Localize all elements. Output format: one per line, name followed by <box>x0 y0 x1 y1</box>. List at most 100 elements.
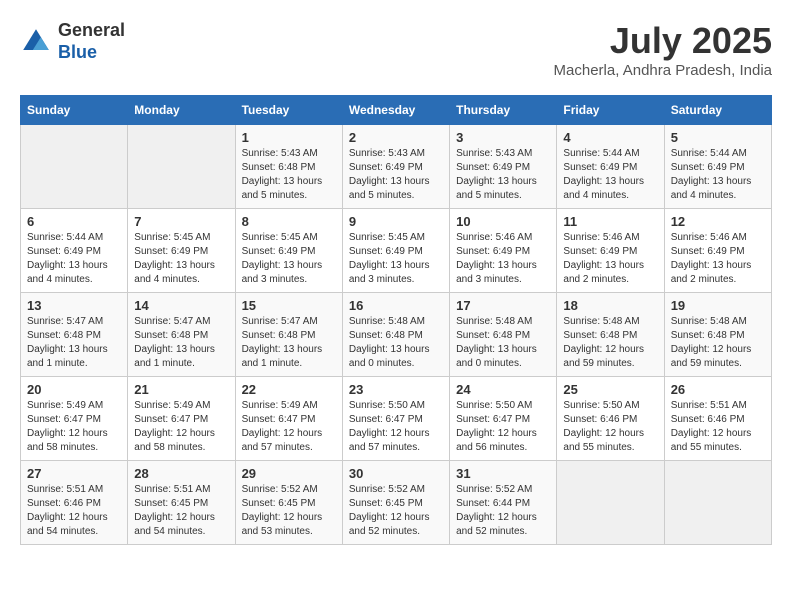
day-number: 11 <box>563 214 657 229</box>
day-info: Sunrise: 5:45 AM Sunset: 6:49 PM Dayligh… <box>242 231 336 287</box>
calendar-cell: 23 Sunrise: 5:50 AM Sunset: 6:47 PM Dayli… <box>342 377 449 461</box>
day-number: 16 <box>349 298 443 313</box>
calendar-cell: 10 Sunrise: 5:46 AM Sunset: 6:49 PM Dayli… <box>450 209 557 293</box>
calendar-cell: 12 Sunrise: 5:46 AM Sunset: 6:49 PM Dayli… <box>664 209 771 293</box>
day-number: 30 <box>349 466 443 481</box>
day-info: Sunrise: 5:43 AM Sunset: 6:49 PM Dayligh… <box>349 147 443 203</box>
day-info: Sunrise: 5:46 AM Sunset: 6:49 PM Dayligh… <box>671 231 765 287</box>
day-info: Sunrise: 5:49 AM Sunset: 6:47 PM Dayligh… <box>134 399 228 455</box>
day-info: Sunrise: 5:43 AM Sunset: 6:48 PM Dayligh… <box>242 147 336 203</box>
day-info: Sunrise: 5:45 AM Sunset: 6:49 PM Dayligh… <box>349 231 443 287</box>
day-info: Sunrise: 5:47 AM Sunset: 6:48 PM Dayligh… <box>242 315 336 371</box>
day-number: 14 <box>134 298 228 313</box>
weekday-header: Monday <box>128 96 235 125</box>
calendar-cell: 6Sunrise: 5:44 AM Sunset: 6:49 PM Daylig… <box>21 209 128 293</box>
calendar-cell: 16 Sunrise: 5:48 AM Sunset: 6:48 PM Dayli… <box>342 293 449 377</box>
month-year: July 2025 <box>554 20 772 62</box>
calendar-cell: 25Sunrise: 5:50 AM Sunset: 6:46 PM Dayli… <box>557 377 664 461</box>
day-number: 7 <box>134 214 228 229</box>
day-info: Sunrise: 5:48 AM Sunset: 6:48 PM Dayligh… <box>349 315 443 371</box>
day-info: Sunrise: 5:45 AM Sunset: 6:49 PM Dayligh… <box>134 231 228 287</box>
calendar-cell: 21Sunrise: 5:49 AM Sunset: 6:47 PM Dayli… <box>128 377 235 461</box>
calendar-week-row: 6Sunrise: 5:44 AM Sunset: 6:49 PM Daylig… <box>21 209 772 293</box>
weekday-header: Saturday <box>664 96 771 125</box>
weekday-header-row: SundayMondayTuesdayWednesdayThursdayFrid… <box>21 96 772 125</box>
calendar-cell: 4 Sunrise: 5:44 AM Sunset: 6:49 PM Daylig… <box>557 125 664 209</box>
day-number: 17 <box>456 298 550 313</box>
calendar-cell: 29 Sunrise: 5:52 AM Sunset: 6:45 PM Dayli… <box>235 461 342 545</box>
day-number: 29 <box>242 466 336 481</box>
calendar-cell: 18 Sunrise: 5:48 AM Sunset: 6:48 PM Dayli… <box>557 293 664 377</box>
weekday-header: Wednesday <box>342 96 449 125</box>
calendar-cell: 1 Sunrise: 5:43 AM Sunset: 6:48 PM Daylig… <box>235 125 342 209</box>
calendar-cell: 5 Sunrise: 5:44 AM Sunset: 6:49 PM Daylig… <box>664 125 771 209</box>
weekday-header: Thursday <box>450 96 557 125</box>
calendar-cell <box>128 125 235 209</box>
day-number: 12 <box>671 214 765 229</box>
day-number: 19 <box>671 298 765 313</box>
calendar-cell: 22Sunrise: 5:49 AM Sunset: 6:47 PM Dayli… <box>235 377 342 461</box>
logo: General Blue <box>20 20 125 63</box>
day-number: 31 <box>456 466 550 481</box>
calendar-cell <box>557 461 664 545</box>
calendar-week-row: 20 Sunrise: 5:49 AM Sunset: 6:47 PM Dayli… <box>21 377 772 461</box>
day-number: 1 <box>242 130 336 145</box>
day-info: Sunrise: 5:46 AM Sunset: 6:49 PM Dayligh… <box>563 231 657 287</box>
calendar-cell: 26 Sunrise: 5:51 AM Sunset: 6:46 PM Dayli… <box>664 377 771 461</box>
day-info: Sunrise: 5:49 AM Sunset: 6:47 PM Dayligh… <box>27 399 121 455</box>
day-number: 20 <box>27 382 121 397</box>
day-number: 18 <box>563 298 657 313</box>
calendar-cell: 9Sunrise: 5:45 AM Sunset: 6:49 PM Daylig… <box>342 209 449 293</box>
location: Macherla, Andhra Pradesh, India <box>554 62 772 79</box>
day-number: 26 <box>671 382 765 397</box>
day-number: 15 <box>242 298 336 313</box>
day-info: Sunrise: 5:47 AM Sunset: 6:48 PM Dayligh… <box>27 315 121 371</box>
day-info: Sunrise: 5:52 AM Sunset: 6:45 PM Dayligh… <box>242 483 336 539</box>
calendar-cell: 27Sunrise: 5:51 AM Sunset: 6:46 PM Dayli… <box>21 461 128 545</box>
calendar-cell: 31 Sunrise: 5:52 AM Sunset: 6:44 PM Dayli… <box>450 461 557 545</box>
calendar-cell <box>664 461 771 545</box>
day-number: 3 <box>456 130 550 145</box>
page-header: General Blue July 2025 Macherla, Andhra … <box>20 20 772 79</box>
day-number: 5 <box>671 130 765 145</box>
day-info: Sunrise: 5:48 AM Sunset: 6:48 PM Dayligh… <box>563 315 657 371</box>
logo-text: General Blue <box>58 20 125 63</box>
calendar-cell: 28Sunrise: 5:51 AM Sunset: 6:45 PM Dayli… <box>128 461 235 545</box>
day-info: Sunrise: 5:51 AM Sunset: 6:46 PM Dayligh… <box>671 399 765 455</box>
calendar-cell: 14Sunrise: 5:47 AM Sunset: 6:48 PM Dayli… <box>128 293 235 377</box>
calendar-cell: 2Sunrise: 5:43 AM Sunset: 6:49 PM Daylig… <box>342 125 449 209</box>
day-number: 13 <box>27 298 121 313</box>
calendar-week-row: 13 Sunrise: 5:47 AM Sunset: 6:48 PM Dayli… <box>21 293 772 377</box>
day-info: Sunrise: 5:51 AM Sunset: 6:46 PM Dayligh… <box>27 483 121 539</box>
weekday-header: Sunday <box>21 96 128 125</box>
day-info: Sunrise: 5:44 AM Sunset: 6:49 PM Dayligh… <box>671 147 765 203</box>
day-number: 24 <box>456 382 550 397</box>
calendar-week-row: 27Sunrise: 5:51 AM Sunset: 6:46 PM Dayli… <box>21 461 772 545</box>
day-number: 23 <box>349 382 443 397</box>
day-number: 22 <box>242 382 336 397</box>
day-info: Sunrise: 5:50 AM Sunset: 6:47 PM Dayligh… <box>456 399 550 455</box>
calendar-table: SundayMondayTuesdayWednesdayThursdayFrid… <box>20 95 772 545</box>
calendar-cell: 11 Sunrise: 5:46 AM Sunset: 6:49 PM Dayli… <box>557 209 664 293</box>
day-number: 10 <box>456 214 550 229</box>
calendar-cell <box>21 125 128 209</box>
day-number: 4 <box>563 130 657 145</box>
day-info: Sunrise: 5:52 AM Sunset: 6:44 PM Dayligh… <box>456 483 550 539</box>
day-info: Sunrise: 5:48 AM Sunset: 6:48 PM Dayligh… <box>456 315 550 371</box>
day-info: Sunrise: 5:44 AM Sunset: 6:49 PM Dayligh… <box>563 147 657 203</box>
day-info: Sunrise: 5:43 AM Sunset: 6:49 PM Dayligh… <box>456 147 550 203</box>
calendar-cell: 30 Sunrise: 5:52 AM Sunset: 6:45 PM Dayli… <box>342 461 449 545</box>
calendar-cell: 8Sunrise: 5:45 AM Sunset: 6:49 PM Daylig… <box>235 209 342 293</box>
weekday-header: Tuesday <box>235 96 342 125</box>
calendar-cell: 7 Sunrise: 5:45 AM Sunset: 6:49 PM Daylig… <box>128 209 235 293</box>
day-info: Sunrise: 5:51 AM Sunset: 6:45 PM Dayligh… <box>134 483 228 539</box>
day-info: Sunrise: 5:52 AM Sunset: 6:45 PM Dayligh… <box>349 483 443 539</box>
calendar-cell: 13 Sunrise: 5:47 AM Sunset: 6:48 PM Dayli… <box>21 293 128 377</box>
calendar-cell: 17 Sunrise: 5:48 AM Sunset: 6:48 PM Dayli… <box>450 293 557 377</box>
day-info: Sunrise: 5:48 AM Sunset: 6:48 PM Dayligh… <box>671 315 765 371</box>
day-info: Sunrise: 5:46 AM Sunset: 6:49 PM Dayligh… <box>456 231 550 287</box>
day-number: 25 <box>563 382 657 397</box>
calendar-week-row: 1 Sunrise: 5:43 AM Sunset: 6:48 PM Daylig… <box>21 125 772 209</box>
day-info: Sunrise: 5:50 AM Sunset: 6:47 PM Dayligh… <box>349 399 443 455</box>
calendar-cell: 19 Sunrise: 5:48 AM Sunset: 6:48 PM Dayli… <box>664 293 771 377</box>
